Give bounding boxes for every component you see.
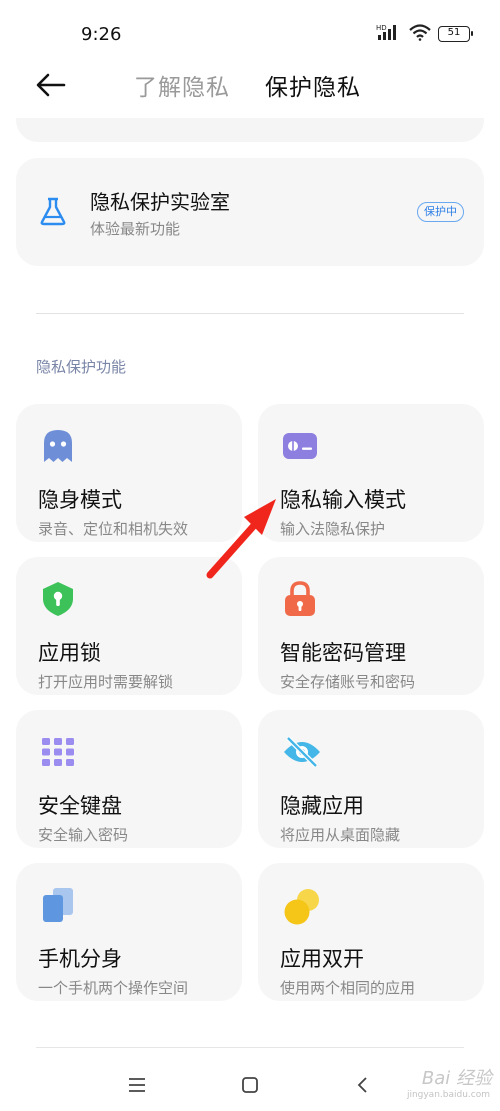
- password-manager-card[interactable]: 智能密码管理 安全存储账号和密码: [258, 557, 484, 695]
- stealth-mode-card[interactable]: 隐身模式 录音、定位和相机失效: [16, 404, 242, 542]
- battery-icon: 51: [438, 26, 473, 42]
- section-title: 隐私保护功能: [36, 358, 127, 376]
- divider: [36, 1047, 464, 1048]
- status-time: 9:26: [81, 24, 122, 45]
- second-space-title: 手机分身: [38, 947, 122, 971]
- back-nav-button[interactable]: [348, 1070, 378, 1100]
- hide-apps-subtitle: 将应用从桌面隐藏: [280, 826, 401, 844]
- watermark: Bai 经验: [421, 1068, 492, 1089]
- tab-understand-privacy[interactable]: 了解隐私: [134, 68, 230, 102]
- watermark-url: jingyan.baidu.com: [406, 1090, 490, 1100]
- secure-keyboard-card[interactable]: 安全键盘 安全输入密码: [16, 710, 242, 848]
- dual-app-icon: [282, 887, 319, 925]
- dual-phone-icon: [40, 887, 76, 923]
- privacy-lab-title: 隐私保护实验室: [90, 190, 230, 214]
- privacy-lab-subtitle: 体验最新功能: [90, 220, 181, 238]
- dual-apps-card[interactable]: 应用双开 使用两个相同的应用: [258, 863, 484, 1001]
- private-input-mode-title: 隐私输入模式: [280, 488, 406, 512]
- keypad-icon: [40, 734, 76, 770]
- menu-icon: [129, 1078, 145, 1092]
- private-input-mode-subtitle: 输入法隐私保护: [280, 520, 386, 538]
- back-chevron-icon: [357, 1077, 367, 1093]
- header: 了解隐私 保护隐私: [0, 62, 500, 122]
- privacy-lab-card[interactable]: 隐私保护实验室 体验最新功能 保护中: [16, 158, 484, 266]
- app-lock-subtitle: 打开应用时需要解锁: [38, 673, 174, 691]
- flask-icon: [39, 196, 67, 226]
- password-manager-subtitle: 安全存储账号和密码: [280, 673, 416, 691]
- svg-text:HD: HD: [376, 24, 387, 32]
- private-input-mode-card[interactable]: 隐私输入模式 输入法隐私保护: [258, 404, 484, 542]
- second-space-subtitle: 一个手机两个操作空间: [38, 979, 189, 997]
- home-button[interactable]: [235, 1070, 265, 1100]
- status-icons: HD 51: [376, 23, 473, 45]
- hide-apps-card[interactable]: 隐藏应用 将应用从桌面隐藏: [258, 710, 484, 848]
- padlock-icon: [282, 581, 318, 617]
- shield-lock-icon: [40, 581, 76, 617]
- back-arrow-icon: [36, 73, 66, 97]
- back-button[interactable]: [34, 70, 68, 100]
- private-input-icon: [282, 428, 318, 464]
- eye-off-icon: [282, 734, 320, 770]
- second-space-card[interactable]: 手机分身 一个手机两个操作空间: [16, 863, 242, 1001]
- stealth-mode-subtitle: 录音、定位和相机失效: [38, 520, 189, 538]
- app-lock-title: 应用锁: [38, 641, 101, 665]
- secure-keyboard-subtitle: 安全输入密码: [38, 826, 129, 844]
- ghost-icon: [40, 428, 76, 464]
- home-icon: [242, 1077, 258, 1093]
- divider: [36, 313, 464, 314]
- dual-apps-subtitle: 使用两个相同的应用: [280, 979, 416, 997]
- secure-keyboard-title: 安全键盘: [38, 794, 122, 818]
- previous-card[interactable]: [16, 118, 484, 142]
- menu-button[interactable]: [122, 1070, 152, 1100]
- tab-protect-privacy[interactable]: 保护隐私: [265, 68, 361, 102]
- status-bar: 9:26 HD 51: [0, 0, 500, 62]
- stealth-mode-title: 隐身模式: [38, 488, 122, 512]
- wifi-icon: [408, 23, 432, 45]
- dual-apps-title: 应用双开: [280, 947, 364, 971]
- app-lock-card[interactable]: 应用锁 打开应用时需要解锁: [16, 557, 242, 695]
- hide-apps-title: 隐藏应用: [280, 794, 364, 818]
- signal-icon: HD: [376, 23, 402, 45]
- password-manager-title: 智能密码管理: [280, 641, 406, 665]
- status-badge: 保护中: [417, 202, 464, 222]
